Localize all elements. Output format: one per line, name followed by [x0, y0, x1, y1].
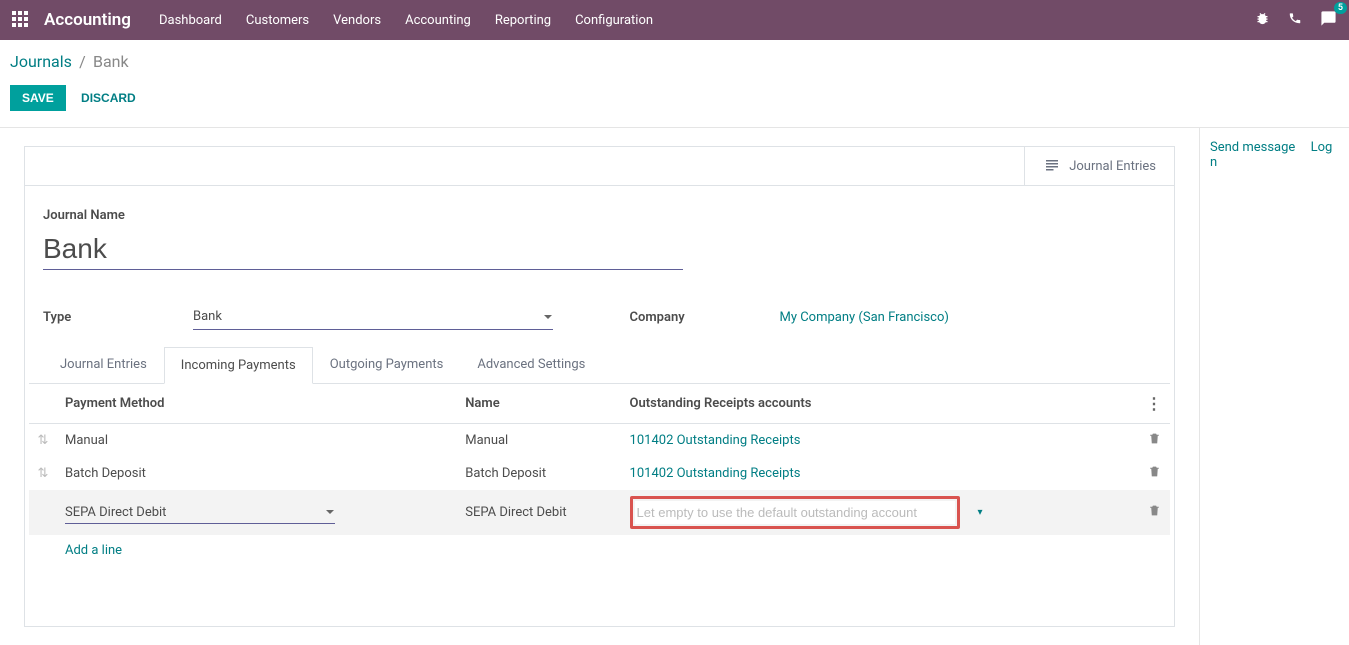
- type-select[interactable]: Bank: [193, 304, 553, 330]
- menu-reporting[interactable]: Reporting: [495, 13, 551, 28]
- main-menu: Dashboard Customers Vendors Accounting R…: [159, 13, 1255, 28]
- cell-method: Batch Deposit: [57, 457, 457, 490]
- col-name: Name: [457, 384, 621, 424]
- table-row-editing[interactable]: SEPA Direct Debit SEPA Direct Debit: [29, 490, 1170, 535]
- cell-method: Manual: [57, 424, 457, 458]
- chat-icon[interactable]: 5: [1320, 10, 1337, 31]
- method-select[interactable]: SEPA Direct Debit: [65, 502, 335, 524]
- stat-button-label: Journal Entries: [1069, 159, 1156, 174]
- chatter: Send message Log n: [1199, 128, 1349, 645]
- form-card: Journal Entries Journal Name Type Bank C…: [24, 146, 1175, 627]
- account-input-highlight: [630, 496, 960, 529]
- journal-name-input[interactable]: [43, 229, 683, 270]
- table-row[interactable]: ⇅ Manual Manual 101402 Outstanding Recei…: [29, 424, 1170, 458]
- tab-advanced-settings[interactable]: Advanced Settings: [460, 346, 602, 383]
- chevron-down-icon: [325, 507, 335, 517]
- account-input[interactable]: [635, 501, 955, 524]
- breadcrumb-current: Bank: [93, 52, 129, 71]
- cell-account[interactable]: 101402 Outstanding Receipts: [622, 424, 1138, 458]
- method-value: SEPA Direct Debit: [65, 505, 166, 520]
- chat-badge: 5: [1334, 2, 1347, 14]
- app-brand: Accounting: [44, 10, 131, 30]
- col-account: Outstanding Receipts accounts: [622, 384, 1138, 424]
- company-label: Company: [630, 310, 780, 325]
- type-label: Type: [43, 310, 193, 325]
- type-value: Bank: [193, 309, 222, 324]
- tab-journal-entries[interactable]: Journal Entries: [43, 346, 164, 383]
- editing-name: SEPA Direct Debit: [457, 490, 621, 535]
- journal-name-label: Journal Name: [43, 208, 1156, 223]
- menu-accounting[interactable]: Accounting: [405, 13, 471, 28]
- tab-outgoing-payments[interactable]: Outgoing Payments: [313, 346, 461, 383]
- drag-handle-icon[interactable]: ⇅: [29, 457, 57, 490]
- col-payment-method: Payment Method: [57, 384, 457, 424]
- cell-name: Manual: [457, 424, 621, 458]
- add-line-link[interactable]: Add a line: [65, 543, 122, 558]
- payment-methods-table: Payment Method Name Outstanding Receipts…: [29, 383, 1170, 566]
- menu-configuration[interactable]: Configuration: [575, 13, 653, 28]
- action-bar: SAVE DISCARD: [0, 77, 1349, 127]
- breadcrumb: Journals / Bank: [0, 40, 1349, 77]
- cell-name: Batch Deposit: [457, 457, 621, 490]
- journal-entries-stat-button[interactable]: Journal Entries: [1024, 147, 1174, 185]
- drag-handle-icon[interactable]: ⇅: [29, 424, 57, 458]
- chevron-down-icon: [543, 312, 553, 322]
- phone-icon[interactable]: [1288, 11, 1302, 29]
- menu-customers[interactable]: Customers: [246, 13, 309, 28]
- discard-button[interactable]: DISCARD: [69, 85, 148, 111]
- company-link[interactable]: My Company (San Francisco): [780, 310, 949, 325]
- cell-account[interactable]: 101402 Outstanding Receipts: [622, 457, 1138, 490]
- menu-dashboard[interactable]: Dashboard: [159, 13, 222, 28]
- trash-icon[interactable]: [1138, 424, 1170, 458]
- breadcrumb-parent[interactable]: Journals: [10, 52, 72, 71]
- breadcrumb-separator: /: [79, 52, 86, 71]
- chevron-down-icon[interactable]: ▾: [978, 507, 983, 518]
- send-message-link[interactable]: Send message: [1210, 140, 1295, 155]
- table-row[interactable]: ⇅ Batch Deposit Batch Deposit 101402 Out…: [29, 457, 1170, 490]
- bug-icon[interactable]: [1255, 11, 1270, 30]
- topbar-icons: 5: [1255, 10, 1337, 31]
- topbar: Accounting Dashboard Customers Vendors A…: [0, 0, 1349, 40]
- save-button[interactable]: SAVE: [10, 85, 66, 111]
- apps-icon[interactable]: [12, 11, 30, 29]
- tabs: Journal Entries Incoming Payments Outgoi…: [25, 346, 1174, 383]
- trash-icon[interactable]: [1138, 457, 1170, 490]
- trash-icon[interactable]: [1138, 490, 1170, 535]
- kebab-icon[interactable]: ⋮: [1146, 394, 1162, 413]
- menu-vendors[interactable]: Vendors: [333, 13, 381, 28]
- tab-incoming-payments[interactable]: Incoming Payments: [164, 347, 313, 384]
